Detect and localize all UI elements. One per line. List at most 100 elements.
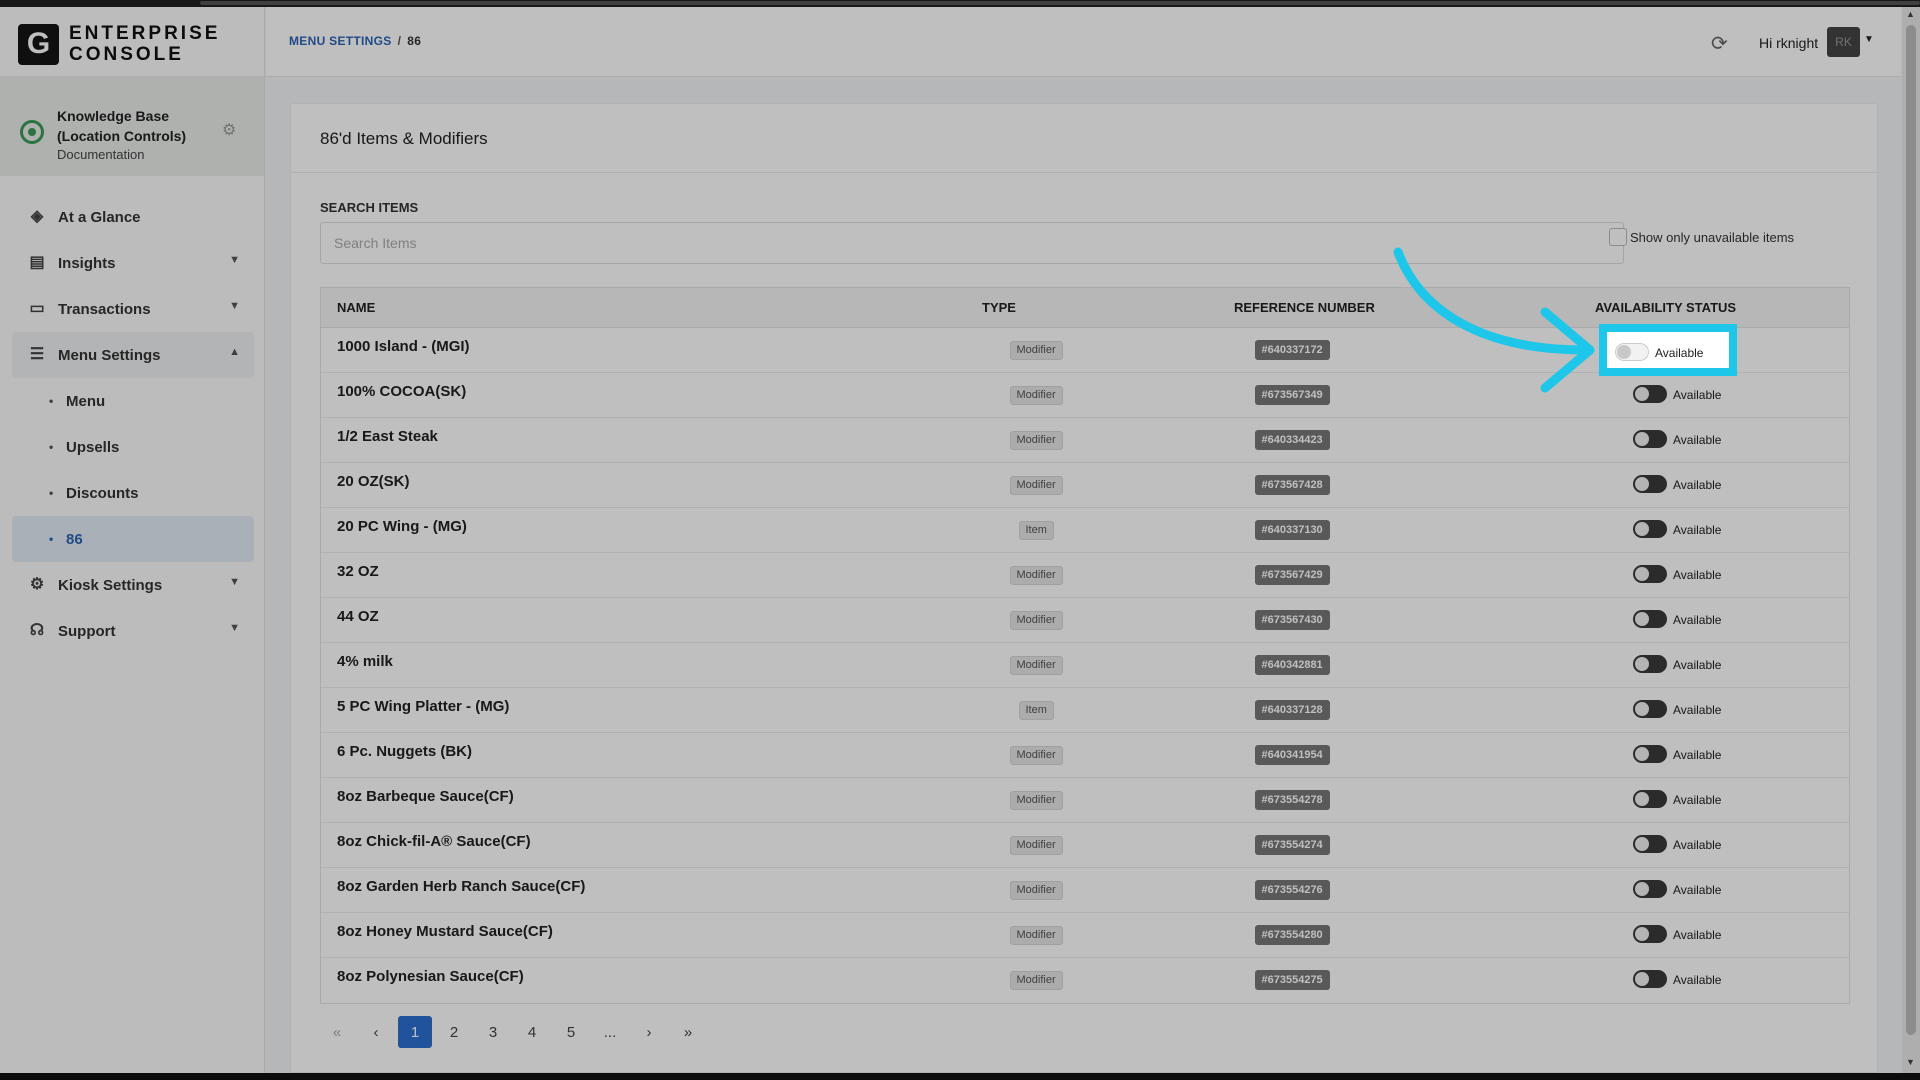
- availability-status-label: Available: [1673, 928, 1722, 942]
- availability-status-label: Available: [1673, 838, 1722, 852]
- sidebar-item-kiosk-settings[interactable]: ⚙ Kiosk Settings ▼: [12, 562, 254, 608]
- breadcrumb: MENU SETTINGS / 86: [289, 34, 421, 48]
- prev-page-button[interactable]: ‹: [359, 1016, 393, 1048]
- location-pin-icon: [20, 120, 44, 144]
- availability-toggle[interactable]: [1633, 835, 1667, 853]
- page-scrollbar[interactable]: ▲ ▼: [1902, 7, 1920, 1073]
- sidebar-subitem-discounts[interactable]: Discounts: [12, 470, 254, 516]
- sidebar-item-support[interactable]: ☊ Support ▼: [12, 608, 254, 654]
- item-type-badge: Modifier: [1009, 431, 1063, 450]
- availability-toggle[interactable]: [1633, 565, 1667, 583]
- availability-status-label: Available: [1673, 478, 1722, 492]
- column-header-availability[interactable]: AVAILABILITY STATUS: [1595, 300, 1736, 315]
- table-row: 32 OZ Modifier #673567429 Available: [321, 553, 1849, 598]
- caret-down-icon[interactable]: ▼: [1864, 34, 1874, 45]
- reference-number-badge: #673567349: [1254, 385, 1330, 405]
- receipt-icon: ▭: [29, 300, 45, 317]
- sidebar-item-at-a-glance[interactable]: ◈ At a Glance: [12, 194, 254, 240]
- chevron-down-icon: ▼: [229, 622, 240, 634]
- breadcrumb-root-link[interactable]: MENU SETTINGS: [289, 34, 392, 48]
- availability-toggle[interactable]: [1633, 385, 1667, 403]
- card-divider: [291, 172, 1879, 173]
- availability-toggle[interactable]: [1633, 475, 1667, 493]
- sidebar-subitem-upsells[interactable]: Upsells: [12, 424, 254, 470]
- availability-toggle[interactable]: [1633, 925, 1667, 943]
- item-name: 8oz Honey Mustard Sauce(CF): [337, 923, 553, 940]
- availability-toggle[interactable]: [1633, 880, 1667, 898]
- item-type-badge: Modifier: [1009, 746, 1063, 765]
- first-page-button[interactable]: «: [320, 1016, 354, 1048]
- column-header-reference[interactable]: REFERENCE NUMBER: [1234, 300, 1375, 315]
- item-name: 1/2 East Steak: [337, 428, 438, 445]
- scroll-down-icon[interactable]: ▼: [1906, 1057, 1915, 1067]
- table-row: 8oz Barbeque Sauce(CF) Modifier #673554278…: [321, 778, 1849, 823]
- reference-number-badge: #640341954: [1254, 745, 1330, 765]
- item-type-badge: Modifier: [1009, 341, 1063, 360]
- page-button-2[interactable]: 2: [437, 1016, 471, 1048]
- show-unavailable-checkbox[interactable]: [1609, 228, 1627, 246]
- availability-toggle[interactable]: [1633, 430, 1667, 448]
- item-name: 4% milk: [337, 653, 393, 670]
- logo-line2: CONSOLE: [69, 44, 184, 65]
- availability-toggle[interactable]: [1633, 520, 1667, 538]
- item-name: 1000 Island - (MGI): [337, 338, 470, 355]
- availability-status-label: Available: [1673, 568, 1722, 582]
- availability-toggle[interactable]: [1633, 700, 1667, 718]
- show-unavailable-label: Show only unavailable items: [1630, 230, 1795, 245]
- availability-status-highlighted: Available: [1655, 346, 1704, 360]
- logo-line1: ENTERPRISE: [69, 23, 221, 44]
- org-switcher[interactable]: Knowledge Base (Location Controls) Docum…: [0, 76, 264, 176]
- scrollbar-thumb[interactable]: [1906, 25, 1916, 1035]
- column-header-name[interactable]: NAME: [337, 300, 375, 315]
- main-card: 86'd Items & Modifiers SEARCH ITEMS Show…: [290, 103, 1879, 1073]
- table-row: 20 OZ(SK) Modifier #673567428 Available: [321, 463, 1849, 508]
- table-row: 8oz Garden Herb Ranch Sauce(CF) Modifier #…: [321, 868, 1849, 913]
- column-header-type[interactable]: TYPE: [982, 300, 1016, 315]
- availability-toggle[interactable]: [1633, 745, 1667, 763]
- availability-toggle[interactable]: [1633, 790, 1667, 808]
- item-type-badge: Modifier: [1009, 386, 1063, 405]
- refresh-icon[interactable]: ⟳: [1711, 31, 1728, 56]
- sidebar-item-label: At a Glance: [58, 208, 141, 226]
- availability-toggle[interactable]: [1633, 655, 1667, 673]
- item-type-badge: Modifier: [1009, 926, 1063, 945]
- sidebar-subitem-86[interactable]: 86: [12, 516, 254, 562]
- item-name: 6 Pc. Nuggets (BK): [337, 743, 473, 760]
- availability-toggle[interactable]: [1633, 970, 1667, 988]
- next-page-button[interactable]: ›: [632, 1016, 666, 1048]
- reference-number-badge: #673567430: [1254, 610, 1330, 630]
- app-logo[interactable]: G ENTERPRISE CONSOLE: [18, 23, 220, 65]
- sidebar-item-transactions[interactable]: ▭ Transactions ▼: [12, 286, 254, 332]
- availability-status-label: Available: [1673, 523, 1722, 537]
- top-header: MENU SETTINGS / 86 ⟳ Hi rknight RK ▼: [266, 7, 1901, 77]
- page-button-3[interactable]: 3: [476, 1016, 510, 1048]
- avatar[interactable]: RK: [1827, 27, 1860, 57]
- sidebar-item-insights[interactable]: ▤ Insights ▼: [12, 240, 254, 286]
- user-greeting: Hi rknight: [1759, 35, 1819, 51]
- item-type-badge: Modifier: [1009, 971, 1063, 990]
- item-name: 8oz Garden Herb Ranch Sauce(CF): [337, 878, 586, 895]
- logo-text: ENTERPRISE CONSOLE: [69, 23, 220, 65]
- item-type-badge: Modifier: [1009, 836, 1063, 855]
- sidebar-item-menu-settings[interactable]: ☰ Menu Settings ▲: [12, 332, 254, 378]
- page-button-1[interactable]: 1: [398, 1016, 432, 1048]
- page-title: 86'd Items & Modifiers: [320, 129, 488, 148]
- gear-icon[interactable]: ⚙: [222, 120, 236, 140]
- item-name: 20 OZ(SK): [337, 473, 410, 490]
- scroll-up-icon[interactable]: ▲: [1906, 9, 1915, 19]
- chevron-down-icon: ▼: [229, 300, 240, 312]
- availability-toggle[interactable]: [1633, 610, 1667, 628]
- page-button-4[interactable]: 4: [515, 1016, 549, 1048]
- item-name: 100% COCOA(SK): [337, 383, 467, 400]
- sidebar-subitem-menu[interactable]: Menu: [12, 378, 254, 424]
- reference-number-badge: #640337172: [1254, 340, 1330, 360]
- item-type-badge: Modifier: [1009, 476, 1063, 495]
- page-button-5[interactable]: 5: [554, 1016, 588, 1048]
- table-row: 4% milk Modifier #640342881 Available: [321, 643, 1849, 688]
- sidebar-nav: ◈ At a Glance ▤ Insights ▼ ▭ Transaction…: [12, 194, 254, 654]
- table-row: 5 PC Wing Platter - (MG) Item #640337128 Av…: [321, 688, 1849, 733]
- last-page-button[interactable]: »: [671, 1016, 705, 1048]
- availability-toggle-highlighted[interactable]: [1615, 343, 1649, 361]
- item-type-badge: Modifier: [1009, 611, 1063, 630]
- pagination: « ‹ 1 2 3 4 5 ... › »: [320, 1016, 710, 1048]
